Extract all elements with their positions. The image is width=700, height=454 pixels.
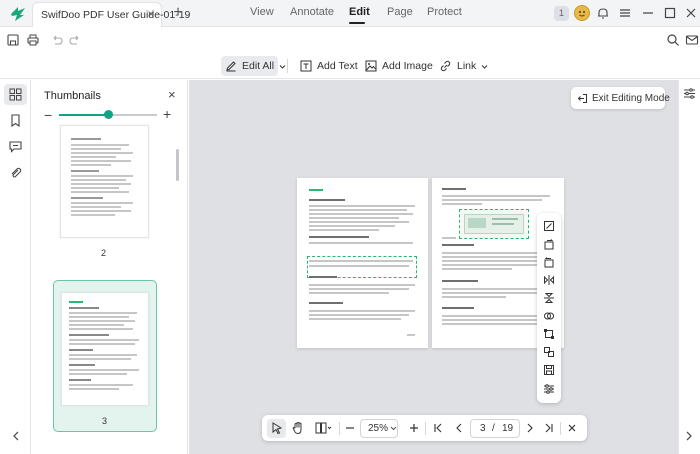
comment-icon[interactable] (8, 139, 23, 154)
pencil-icon (225, 60, 237, 72)
count-badge[interactable]: 1 (554, 6, 569, 21)
save-image-icon[interactable] (543, 364, 555, 376)
thumb-zoom-slider-fill (59, 114, 108, 116)
close-tab-icon[interactable]: × (144, 7, 158, 21)
bookmark-icon[interactable] (8, 113, 23, 128)
first-page-icon[interactable] (431, 421, 445, 435)
hamburger-menu-icon[interactable] (618, 6, 634, 22)
redo-icon[interactable] (68, 33, 84, 49)
thumbnail-page-number: 3 (102, 416, 108, 426)
add-text-button[interactable]: Add Text (300, 56, 358, 76)
rotate-left-icon[interactable] (543, 238, 555, 250)
previous-page-icon[interactable] (452, 421, 466, 435)
chevron-down-icon (279, 63, 286, 70)
document-page-left[interactable] (297, 178, 428, 348)
toolbar-divider (287, 59, 288, 73)
nav-divider (560, 422, 561, 435)
nav-divider (339, 422, 340, 435)
extract-image-icon[interactable] (543, 346, 555, 358)
crop-image-icon[interactable] (543, 220, 555, 232)
thumb-zoom-slider-handle[interactable] (103, 110, 113, 119)
menu-bar (0, 28, 700, 53)
thumb-zoom-in-button[interactable]: + (163, 106, 171, 122)
avatar[interactable] (574, 5, 590, 21)
chevron-down-icon (481, 63, 488, 70)
save-icon[interactable] (6, 33, 22, 49)
attachment-icon[interactable] (8, 165, 23, 180)
image-icon (365, 60, 377, 72)
exit-editing-mode-button[interactable]: Exit Editing Mode (571, 87, 670, 109)
close-nav-icon[interactable] (565, 421, 579, 435)
zoom-out-icon[interactable] (343, 421, 357, 435)
link-icon (439, 60, 452, 72)
app-logo-icon (9, 5, 27, 23)
chevron-down-icon (390, 421, 397, 435)
active-tab-indicator (349, 22, 365, 24)
page-layout-icon[interactable] (315, 421, 333, 435)
current-page-number: 3 (480, 423, 486, 434)
right-rail (678, 80, 700, 454)
last-page-icon[interactable] (542, 421, 556, 435)
undo-icon[interactable] (50, 33, 66, 49)
thumbnail-page-2[interactable] (60, 125, 149, 238)
maximize-icon[interactable] (663, 6, 679, 22)
replace-image-icon[interactable] (543, 310, 555, 322)
thumbnails-grid-icon[interactable] (8, 87, 23, 102)
properties-settings-icon[interactable] (683, 87, 696, 100)
tab-view[interactable]: View (250, 6, 274, 18)
link-button[interactable]: Link (439, 56, 488, 76)
thumb-zoom-out-button[interactable]: − (44, 107, 52, 123)
editable-image-block[interactable] (459, 209, 529, 239)
cursor-select-icon[interactable] (270, 421, 284, 435)
tab-page[interactable]: Page (387, 6, 413, 18)
tab-annotate[interactable]: Annotate (290, 6, 334, 18)
add-image-label: Add Image (382, 60, 433, 72)
total-page-count: 19 (502, 423, 514, 434)
document-tab[interactable]: SwifDoo PDF User Guide-01-19 × (32, 2, 190, 27)
thumbnails-title: Thumbnails (44, 90, 101, 102)
tab-protect[interactable]: Protect (427, 6, 462, 18)
next-page-icon[interactable] (523, 421, 537, 435)
search-icon[interactable] (666, 33, 682, 49)
page-separator: / (492, 423, 495, 434)
new-tab-button[interactable]: + (170, 4, 186, 22)
minimize-icon[interactable] (641, 6, 657, 22)
resize-image-icon[interactable] (543, 328, 555, 340)
flip-horizontal-icon[interactable] (543, 274, 555, 286)
thumbnail-scrollbar[interactable] (176, 149, 179, 181)
add-image-button[interactable]: Add Image (365, 56, 433, 76)
flip-vertical-icon[interactable] (543, 292, 555, 304)
print-icon[interactable] (26, 33, 42, 49)
zoom-in-icon[interactable] (407, 421, 421, 435)
expand-panel-icon[interactable] (684, 430, 694, 442)
close-panel-icon[interactable]: × (168, 87, 176, 102)
edit-all-label: Edit All (242, 60, 275, 72)
mail-icon[interactable] (685, 33, 700, 49)
exit-editing-label: Exit Editing Mode (592, 92, 670, 104)
hand-tool-icon[interactable] (291, 421, 305, 435)
notification-bell-icon[interactable] (596, 6, 612, 22)
link-label: Link (457, 60, 477, 72)
nav-divider (425, 422, 426, 435)
add-text-label: Add Text (317, 60, 358, 72)
collapse-panel-icon[interactable] (11, 430, 21, 442)
rotate-right-icon[interactable] (543, 256, 555, 268)
thumbnail-page-3[interactable] (61, 292, 149, 406)
text-box-icon (300, 60, 312, 72)
window-close-icon[interactable] (684, 6, 700, 22)
edit-all-button[interactable]: Edit All (221, 56, 286, 76)
left-rail (0, 80, 31, 454)
tab-edit[interactable]: Edit (349, 6, 370, 18)
image-settings-icon[interactable] (543, 383, 555, 395)
thumbnail-page-number: 2 (101, 248, 107, 258)
document-tab-title: SwifDoo PDF User Guide-01-19 (41, 9, 191, 21)
exit-icon (577, 93, 588, 104)
